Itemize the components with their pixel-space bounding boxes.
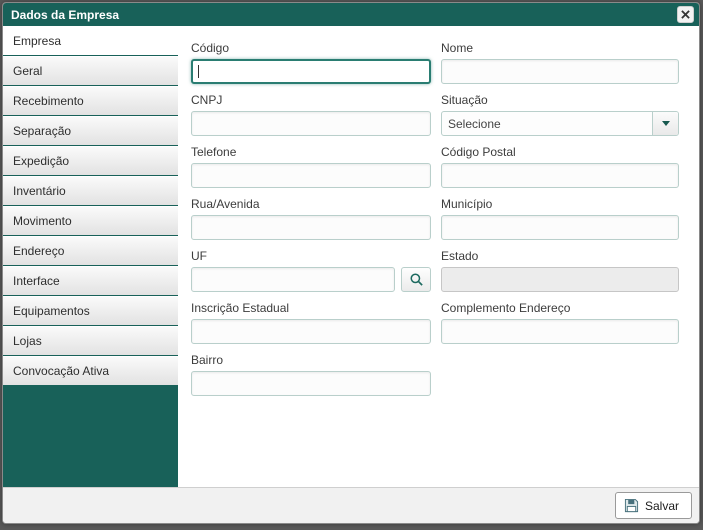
municipio-label: Município — [441, 197, 493, 211]
tab-separacao[interactable]: Separação — [3, 116, 178, 145]
nome-input[interactable] — [441, 59, 679, 84]
bairro-label: Bairro — [191, 353, 224, 367]
close-button[interactable] — [677, 6, 694, 23]
situacao-dropdown-button[interactable] — [652, 112, 678, 135]
uf-search-button[interactable] — [401, 267, 431, 292]
empresa-form: Código Nome CNPJ Situação Selecione Tele… — [178, 26, 699, 487]
cnpj-label: CNPJ — [191, 93, 223, 107]
field-codigo-postal: Código Postal — [441, 145, 679, 188]
dialog-titlebar: Dados da Empresa — [3, 3, 699, 26]
save-button[interactable]: Salvar — [614, 492, 692, 519]
rua-avenida-input[interactable] — [191, 215, 431, 240]
bairro-input[interactable] — [191, 371, 431, 396]
estado-label: Estado — [441, 249, 479, 263]
field-uf: UF — [191, 249, 431, 292]
field-situacao: Situação Selecione — [441, 93, 679, 136]
field-cnpj: CNPJ — [191, 93, 431, 136]
codigo-input[interactable] — [191, 59, 431, 84]
field-rua-avenida: Rua/Avenida — [191, 197, 431, 240]
telefone-input[interactable] — [191, 163, 431, 188]
codigo-postal-label: Código Postal — [441, 145, 516, 159]
dialog-footer: Salvar — [3, 487, 699, 523]
field-inscricao-estadual: Inscrição Estadual — [191, 301, 431, 344]
uf-input[interactable] — [191, 267, 395, 292]
field-nome: Nome — [441, 41, 679, 84]
dialog-body: Empresa Geral Recebimento Separação Expe… — [3, 26, 699, 487]
field-bairro: Bairro — [191, 353, 431, 396]
sidebar-tabs: Empresa Geral Recebimento Separação Expe… — [3, 26, 178, 487]
field-estado: Estado — [441, 249, 679, 292]
field-municipio: Município — [441, 197, 679, 240]
tab-convocacao-ativa[interactable]: Convocação Ativa — [3, 356, 178, 385]
field-complemento-endereco: Complemento Endereço — [441, 301, 679, 344]
estado-input — [441, 267, 679, 292]
uf-label: UF — [191, 249, 207, 263]
tab-interface[interactable]: Interface — [3, 266, 178, 295]
tab-recebimento[interactable]: Recebimento — [3, 86, 178, 115]
search-icon — [410, 273, 423, 286]
inscricao-estadual-input[interactable] — [191, 319, 431, 344]
tab-inventario[interactable]: Inventário — [3, 176, 178, 205]
complemento-endereco-label: Complemento Endereço — [441, 301, 571, 315]
municipio-input[interactable] — [441, 215, 679, 240]
tab-endereco[interactable]: Endereço — [3, 236, 178, 265]
save-button-label: Salvar — [644, 498, 679, 513]
codigo-postal-input[interactable] — [441, 163, 679, 188]
complemento-endereco-input[interactable] — [441, 319, 679, 344]
inscricao-estadual-label: Inscrição Estadual — [191, 301, 290, 315]
tab-movimento[interactable]: Movimento — [3, 206, 178, 235]
field-codigo: Código — [191, 41, 431, 84]
nome-label: Nome — [441, 41, 474, 55]
save-disk-icon — [624, 498, 639, 513]
situacao-selected-value: Selecione — [448, 116, 501, 131]
field-telefone: Telefone — [191, 145, 431, 188]
telefone-label: Telefone — [191, 145, 237, 159]
chevron-down-icon — [661, 121, 670, 126]
cnpj-input[interactable] — [191, 111, 431, 136]
text-caret — [198, 65, 199, 78]
situacao-select[interactable]: Selecione — [441, 111, 679, 136]
situacao-label: Situação — [441, 93, 488, 107]
tab-equipamentos[interactable]: Equipamentos — [3, 296, 178, 325]
tab-geral[interactable]: Geral — [3, 56, 178, 85]
dialog-title: Dados da Empresa — [11, 7, 120, 22]
dados-da-empresa-dialog: Dados da Empresa Empresa Geral Recebimen… — [2, 2, 700, 524]
tab-lojas[interactable]: Lojas — [3, 326, 178, 355]
tab-expedicao[interactable]: Expedição — [3, 146, 178, 175]
tab-empresa[interactable]: Empresa — [3, 26, 178, 55]
codigo-label: Código — [191, 41, 230, 55]
rua-avenida-label: Rua/Avenida — [191, 197, 260, 211]
close-icon — [681, 10, 690, 19]
